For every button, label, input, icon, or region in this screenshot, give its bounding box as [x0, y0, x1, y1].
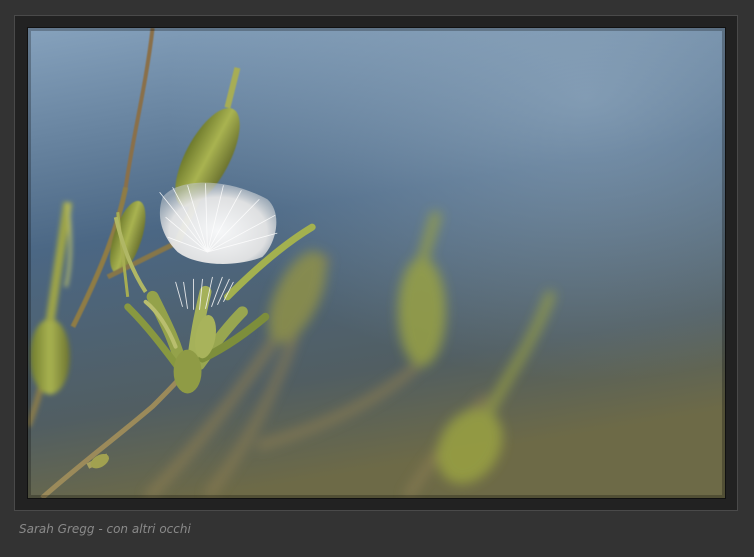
dandelion-photo	[28, 28, 725, 498]
photo-caption: Sarah Gregg - con altri occhi	[19, 522, 191, 536]
photo	[27, 27, 726, 499]
gallery-page: Sarah Gregg - con altri occhi	[0, 0, 754, 557]
